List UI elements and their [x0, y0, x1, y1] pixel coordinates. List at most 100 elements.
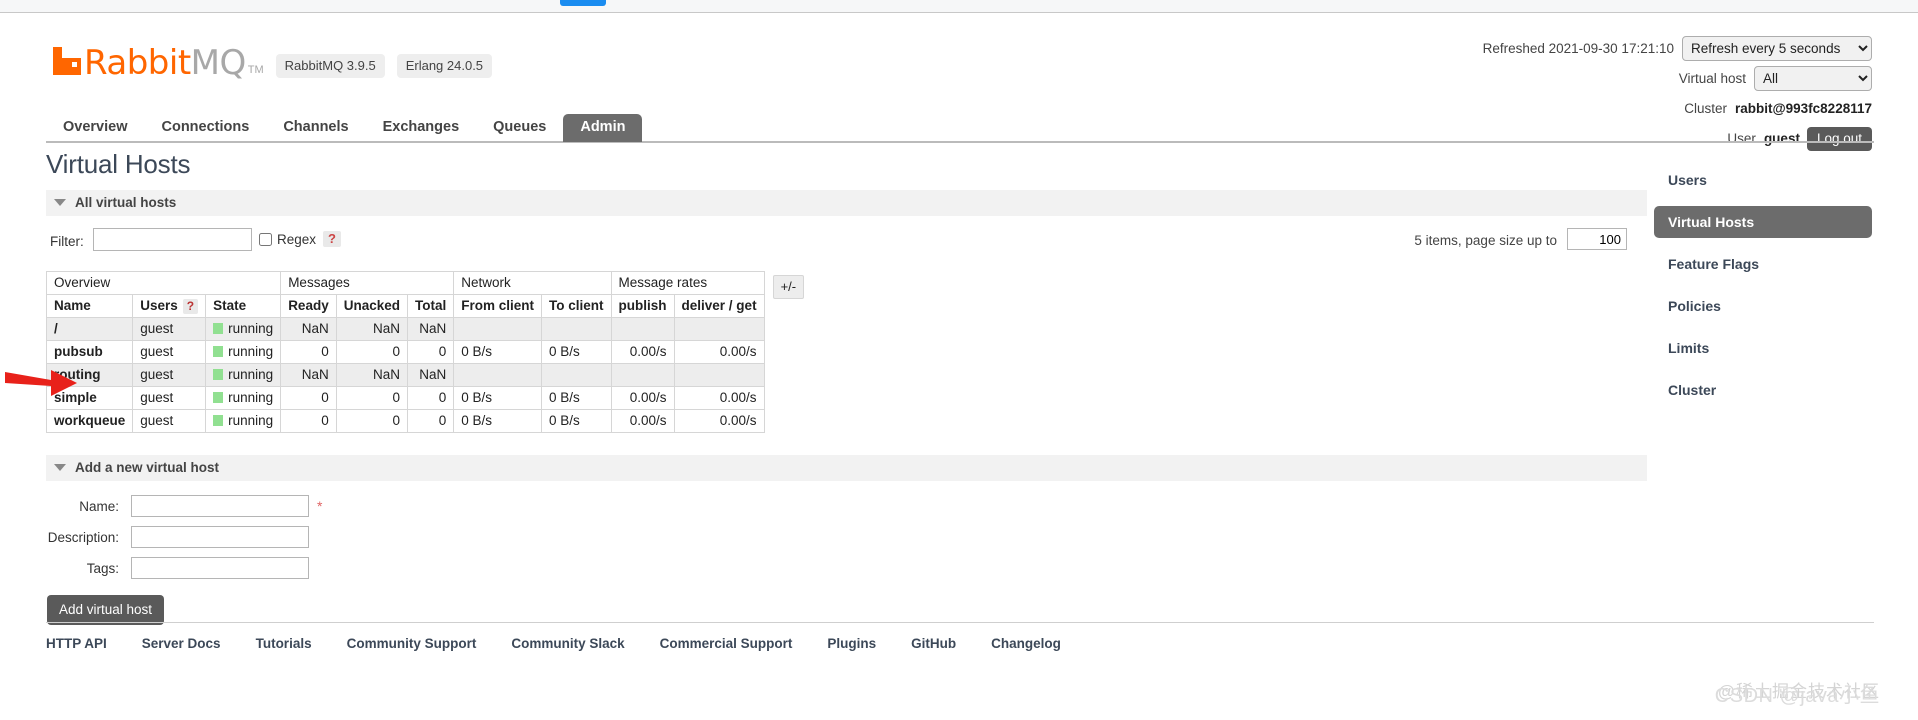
- column-header-name[interactable]: Name: [45, 294, 134, 318]
- column-header-deliver-get[interactable]: deliver / get: [673, 294, 765, 318]
- all-virtual-hosts-section-header[interactable]: All virtual hosts: [46, 190, 1647, 216]
- column-header-total[interactable]: Total: [406, 294, 455, 318]
- footer-link-community-support[interactable]: Community Support: [347, 636, 477, 651]
- add-virtual-host-section-header[interactable]: Add a new virtual host: [46, 455, 1647, 481]
- filter-input[interactable]: [93, 228, 252, 251]
- all-virtual-hosts-label: All virtual hosts: [75, 195, 177, 210]
- rabbitmq-management-page: Rabbit MQ TM RabbitMQ 3.9.5 Erlang 24.0.5 …: [0, 14, 1918, 720]
- footer-link-http-api[interactable]: HTTP API: [46, 636, 107, 651]
- table-head: Overview Messages Network Message rates …: [45, 271, 812, 318]
- cell-users: guest: [132, 317, 207, 341]
- status-running-indicator: [213, 369, 224, 380]
- toggle-columns-button[interactable]: +/-: [772, 274, 805, 299]
- cell-state: running: [205, 386, 282, 410]
- footer-link-commercial-support[interactable]: Commercial Support: [660, 636, 793, 651]
- cell-users: guest: [132, 409, 207, 433]
- browser-tab-indicator[interactable]: [560, 0, 606, 6]
- virtual-host-row: Virtual host All: [1483, 66, 1872, 91]
- cell-from-client: 0 B/s: [453, 340, 543, 364]
- watermark-juejin: @稀土掘金技术社区: [1717, 682, 1880, 701]
- virtual-host-select[interactable]: All: [1754, 66, 1872, 91]
- cell-from-client: 0 B/s: [453, 409, 543, 433]
- cell-to-client: 0 B/s: [541, 409, 612, 433]
- sidebar-item-cluster[interactable]: Cluster: [1654, 374, 1872, 406]
- cell-total: 0: [406, 409, 455, 433]
- cell-publish: 0.00/s: [610, 340, 675, 364]
- table-row[interactable]: simple guest running 0 0 0 0 B/s 0 B/s 0…: [45, 386, 812, 410]
- cell-vhost-name[interactable]: workqueue: [45, 409, 134, 433]
- add-virtual-host-label: Add a new virtual host: [75, 460, 220, 475]
- tags-input[interactable]: [131, 557, 309, 579]
- regex-checkbox[interactable]: [259, 233, 272, 246]
- description-input[interactable]: [131, 526, 309, 548]
- footer-link-plugins[interactable]: Plugins: [827, 636, 876, 651]
- logo-text-rabbit: Rabbit: [84, 43, 191, 83]
- column-header-unacked[interactable]: Unacked: [335, 294, 409, 318]
- regex-help-icon[interactable]: ?: [323, 231, 341, 247]
- sidebar-item-users[interactable]: Users: [1654, 164, 1872, 196]
- column-header-publish[interactable]: publish: [610, 294, 675, 318]
- add-virtual-host-form: Name: * Description: Tags: Add virtual h…: [46, 495, 1647, 625]
- cell-from-client: [453, 317, 543, 341]
- users-help-icon[interactable]: ?: [182, 299, 199, 314]
- admin-sidebar: Users Virtual Hosts Feature Flags Polici…: [1654, 164, 1872, 416]
- footer-link-tutorials[interactable]: Tutorials: [256, 636, 312, 651]
- refresh-interval-select[interactable]: Refresh every 5 seconds: [1682, 36, 1872, 61]
- sidebar-item-feature-flags[interactable]: Feature Flags: [1654, 248, 1872, 280]
- group-header-messages: Messages: [280, 271, 455, 295]
- cell-publish: 0.00/s: [610, 409, 675, 433]
- name-field-label: Name:: [79, 498, 119, 514]
- table-row[interactable]: workqueue guest running 0 0 0 0 B/s 0 B/…: [45, 409, 812, 433]
- tags-field-label: Tags:: [86, 560, 119, 576]
- sidebar-item-limits[interactable]: Limits: [1654, 332, 1872, 364]
- column-header-state[interactable]: State: [205, 294, 282, 318]
- cell-state: running: [205, 409, 282, 433]
- cell-total: NaN: [406, 317, 455, 341]
- column-header-to-client[interactable]: To client: [541, 294, 612, 318]
- status-running-indicator: [213, 323, 224, 334]
- cell-vhost-name[interactable]: pubsub: [45, 340, 134, 364]
- tab-exchanges[interactable]: Exchanges: [366, 114, 477, 142]
- rabbitmq-version-badge: RabbitMQ 3.9.5: [275, 54, 385, 78]
- cell-to-client: [541, 363, 612, 387]
- footer-link-community-slack[interactable]: Community Slack: [511, 636, 624, 651]
- tab-connections[interactable]: Connections: [145, 114, 267, 142]
- page-size-input[interactable]: [1567, 228, 1627, 250]
- logo-text-mq: MQ: [190, 43, 247, 83]
- add-virtual-host-section: Add a new virtual host Name: * Descripti…: [46, 455, 1647, 625]
- column-header-ready[interactable]: Ready: [280, 294, 337, 318]
- refreshed-timestamp: Refreshed 2021-09-30 17:21:10: [1482, 41, 1674, 56]
- tab-channels[interactable]: Channels: [266, 114, 365, 142]
- filter-bar: Filter: Regex ? 5 items, page size up to: [46, 225, 1647, 269]
- table-row[interactable]: / guest running NaN NaN NaN: [45, 317, 812, 341]
- tab-queues[interactable]: Queues: [476, 114, 563, 142]
- tab-overview[interactable]: Overview: [46, 114, 145, 142]
- cell-deliver-get: [673, 363, 765, 387]
- cell-unacked: 0: [335, 340, 409, 364]
- main-navigation: Overview Connections Channels Exchanges …: [0, 114, 1918, 143]
- cell-users: guest: [132, 363, 207, 387]
- collapse-caret-icon: [54, 464, 66, 471]
- footer-link-changelog[interactable]: Changelog: [991, 636, 1061, 651]
- cell-deliver-get: [673, 317, 765, 341]
- cell-publish: 0.00/s: [610, 386, 675, 410]
- rabbitmq-logo[interactable]: Rabbit MQ TM RabbitMQ 3.9.5 Erlang 24.0.5: [53, 43, 493, 83]
- sidebar-item-policies[interactable]: Policies: [1654, 290, 1872, 322]
- table-row[interactable]: routing guest running NaN NaN NaN: [45, 363, 812, 387]
- tab-admin[interactable]: Admin: [563, 114, 643, 142]
- logo-trademark: TM: [247, 64, 264, 76]
- sidebar-item-virtual-hosts[interactable]: Virtual Hosts: [1654, 206, 1872, 238]
- add-virtual-host-button[interactable]: Add virtual host: [47, 595, 165, 625]
- cell-vhost-name[interactable]: /: [45, 317, 134, 341]
- column-header-users[interactable]: Users?: [132, 294, 207, 318]
- footer-link-server-docs[interactable]: Server Docs: [142, 636, 221, 651]
- cell-unacked: NaN: [335, 317, 409, 341]
- filter-label: Filter:: [50, 234, 84, 249]
- footer-link-github[interactable]: GitHub: [911, 636, 956, 651]
- column-header-from-client[interactable]: From client: [453, 294, 543, 318]
- cell-ready: 0: [280, 340, 337, 364]
- cell-ready: NaN: [280, 363, 337, 387]
- name-input[interactable]: [131, 495, 309, 517]
- table-row[interactable]: pubsub guest running 0 0 0 0 B/s 0 B/s 0…: [45, 340, 812, 364]
- erlang-version-badge: Erlang 24.0.5: [396, 54, 493, 78]
